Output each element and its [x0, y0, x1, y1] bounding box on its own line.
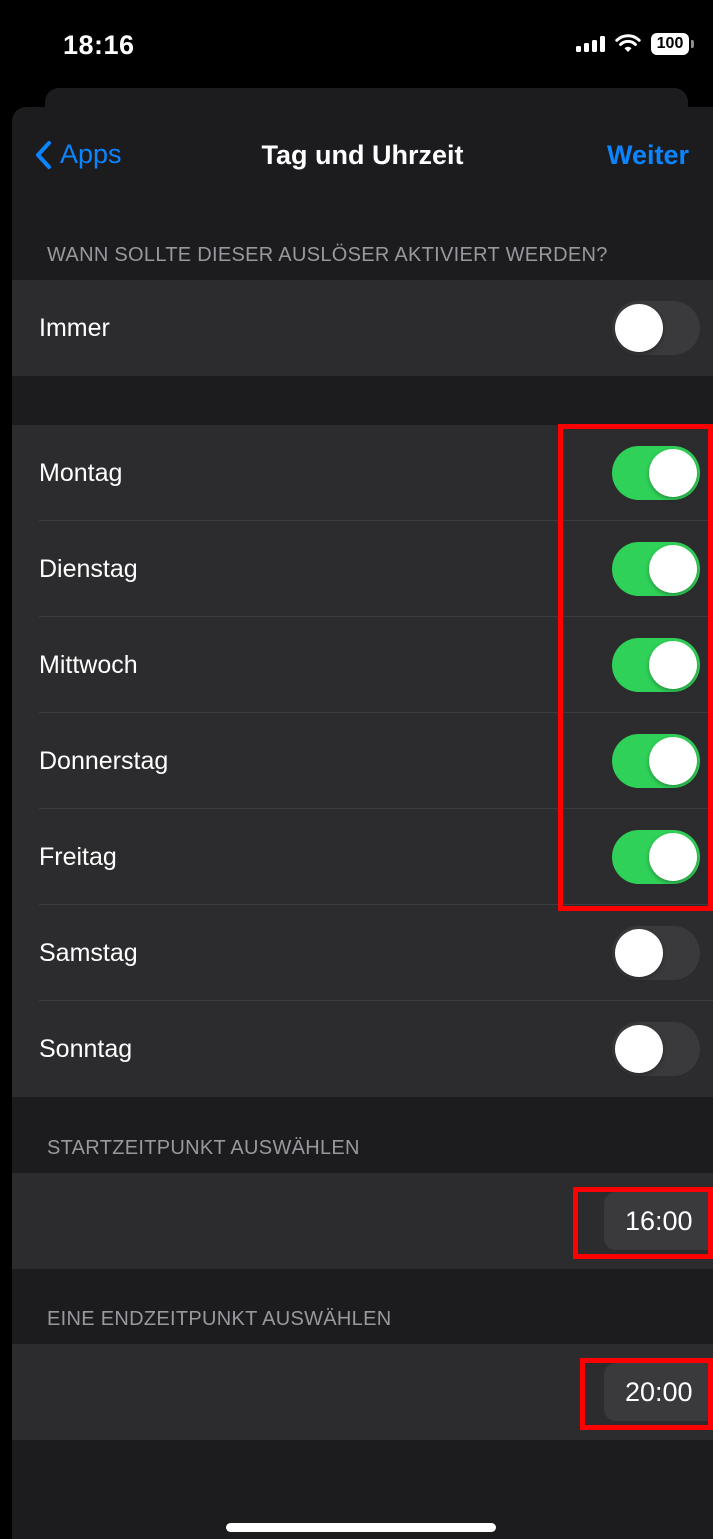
- end-time-highlight-box: [580, 1358, 713, 1430]
- battery-level: 100: [656, 35, 684, 52]
- day-label: Montag: [39, 459, 123, 487]
- section-header-end: EINE ENDZEITPUNKT AUSWÄHLEN: [47, 1308, 392, 1330]
- navigation-bar: Apps Tag und Uhrzeit Weiter: [12, 107, 713, 205]
- status-time: 18:16: [63, 30, 135, 60]
- home-indicator: [226, 1523, 496, 1532]
- always-toggle[interactable]: [612, 301, 700, 355]
- day-label: Freitag: [39, 843, 117, 871]
- always-group: Immer: [12, 280, 713, 376]
- samstag-toggle[interactable]: [612, 926, 700, 980]
- status-icons: 100: [576, 33, 694, 55]
- start-time-highlight-box: [573, 1187, 713, 1259]
- day-label: Samstag: [39, 939, 138, 967]
- section-header-when: WANN SOLLTE DIESER AUSLÖSER AKTIVIERT WE…: [47, 244, 608, 266]
- toggle-knob: [615, 1025, 663, 1073]
- toggle-knob: [615, 929, 663, 977]
- cellular-signal-icon: [576, 36, 605, 52]
- always-label: Immer: [39, 314, 110, 342]
- day-label: Donnerstag: [39, 747, 169, 775]
- section-header-start: STARTZEITPUNKT AUSWÄHLEN: [47, 1137, 360, 1159]
- day-row-samstag: Samstag: [12, 905, 713, 1001]
- status-bar: 18:16 100: [0, 0, 713, 95]
- wifi-icon: [615, 34, 641, 52]
- sonntag-toggle[interactable]: [612, 1022, 700, 1076]
- day-label: Sonntag: [39, 1035, 133, 1063]
- day-row-sonntag: Sonntag: [12, 1001, 713, 1097]
- day-label: Mittwoch: [39, 651, 138, 679]
- toggle-knob: [615, 304, 663, 352]
- day-label: Dienstag: [39, 555, 138, 583]
- battery-icon: 100: [651, 33, 694, 55]
- always-row: Immer: [12, 280, 713, 376]
- next-button[interactable]: Weiter: [607, 140, 689, 171]
- weekday-highlight-box: [558, 424, 713, 911]
